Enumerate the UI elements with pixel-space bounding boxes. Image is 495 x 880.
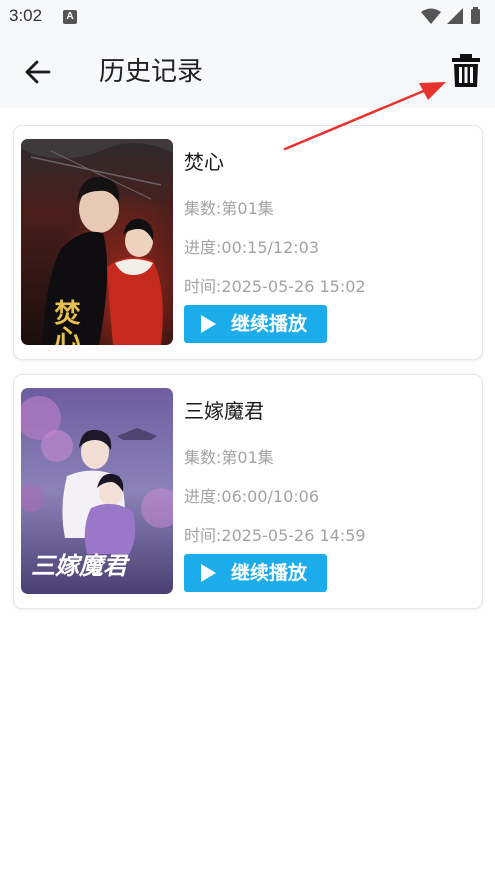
episode-info: 集数:第01集	[184, 199, 274, 218]
progress-info: 进度:06:00/10:06	[184, 487, 320, 506]
history-card[interactable]: 焚心 焚心 集数:第01集 进度:00:15/12:03 时间:2025-05-…	[13, 125, 483, 360]
arrow-left-icon	[25, 60, 51, 84]
continue-playing-button[interactable]: 继续播放	[184, 305, 327, 343]
poster-caption: 三嫁魔君	[31, 551, 131, 580]
drama-title: 三嫁魔君	[184, 399, 264, 423]
signal-icon	[447, 8, 463, 24]
watch-time: 时间:2025-05-26 14:59	[184, 526, 366, 545]
drama-title: 焚心	[184, 150, 224, 174]
wifi-icon	[421, 8, 441, 24]
progress-info: 进度:00:15/12:03	[184, 238, 320, 257]
battery-icon	[471, 9, 480, 24]
play-icon	[201, 315, 216, 333]
page-title: 历史记录	[99, 57, 204, 87]
back-button[interactable]	[20, 54, 56, 90]
history-card[interactable]: 三嫁魔君 三嫁魔君 集数:第01集 进度:06:00/10:06 时间:2025…	[13, 374, 483, 609]
continue-playing-button[interactable]: 继续播放	[184, 554, 327, 592]
status-bar: 3:02 A	[0, 0, 495, 36]
delete-history-button[interactable]	[446, 51, 486, 91]
trash-icon	[452, 54, 480, 87]
status-time: 3:02	[9, 6, 43, 25]
app-bar: 历史记录	[0, 36, 495, 108]
continue-playing-label: 继续播放	[231, 562, 308, 584]
poster-image[interactable]: 三嫁魔君	[21, 388, 173, 594]
continue-playing-label: 继续播放	[231, 313, 308, 335]
watch-time: 时间:2025-05-26 15:02	[184, 277, 366, 296]
play-icon	[201, 564, 216, 582]
status-icons	[421, 7, 480, 24]
notification-icon: A	[63, 10, 77, 24]
episode-info: 集数:第01集	[184, 448, 274, 467]
poster-image[interactable]: 焚心	[21, 139, 173, 345]
poster-caption: 焚心	[50, 299, 80, 345]
